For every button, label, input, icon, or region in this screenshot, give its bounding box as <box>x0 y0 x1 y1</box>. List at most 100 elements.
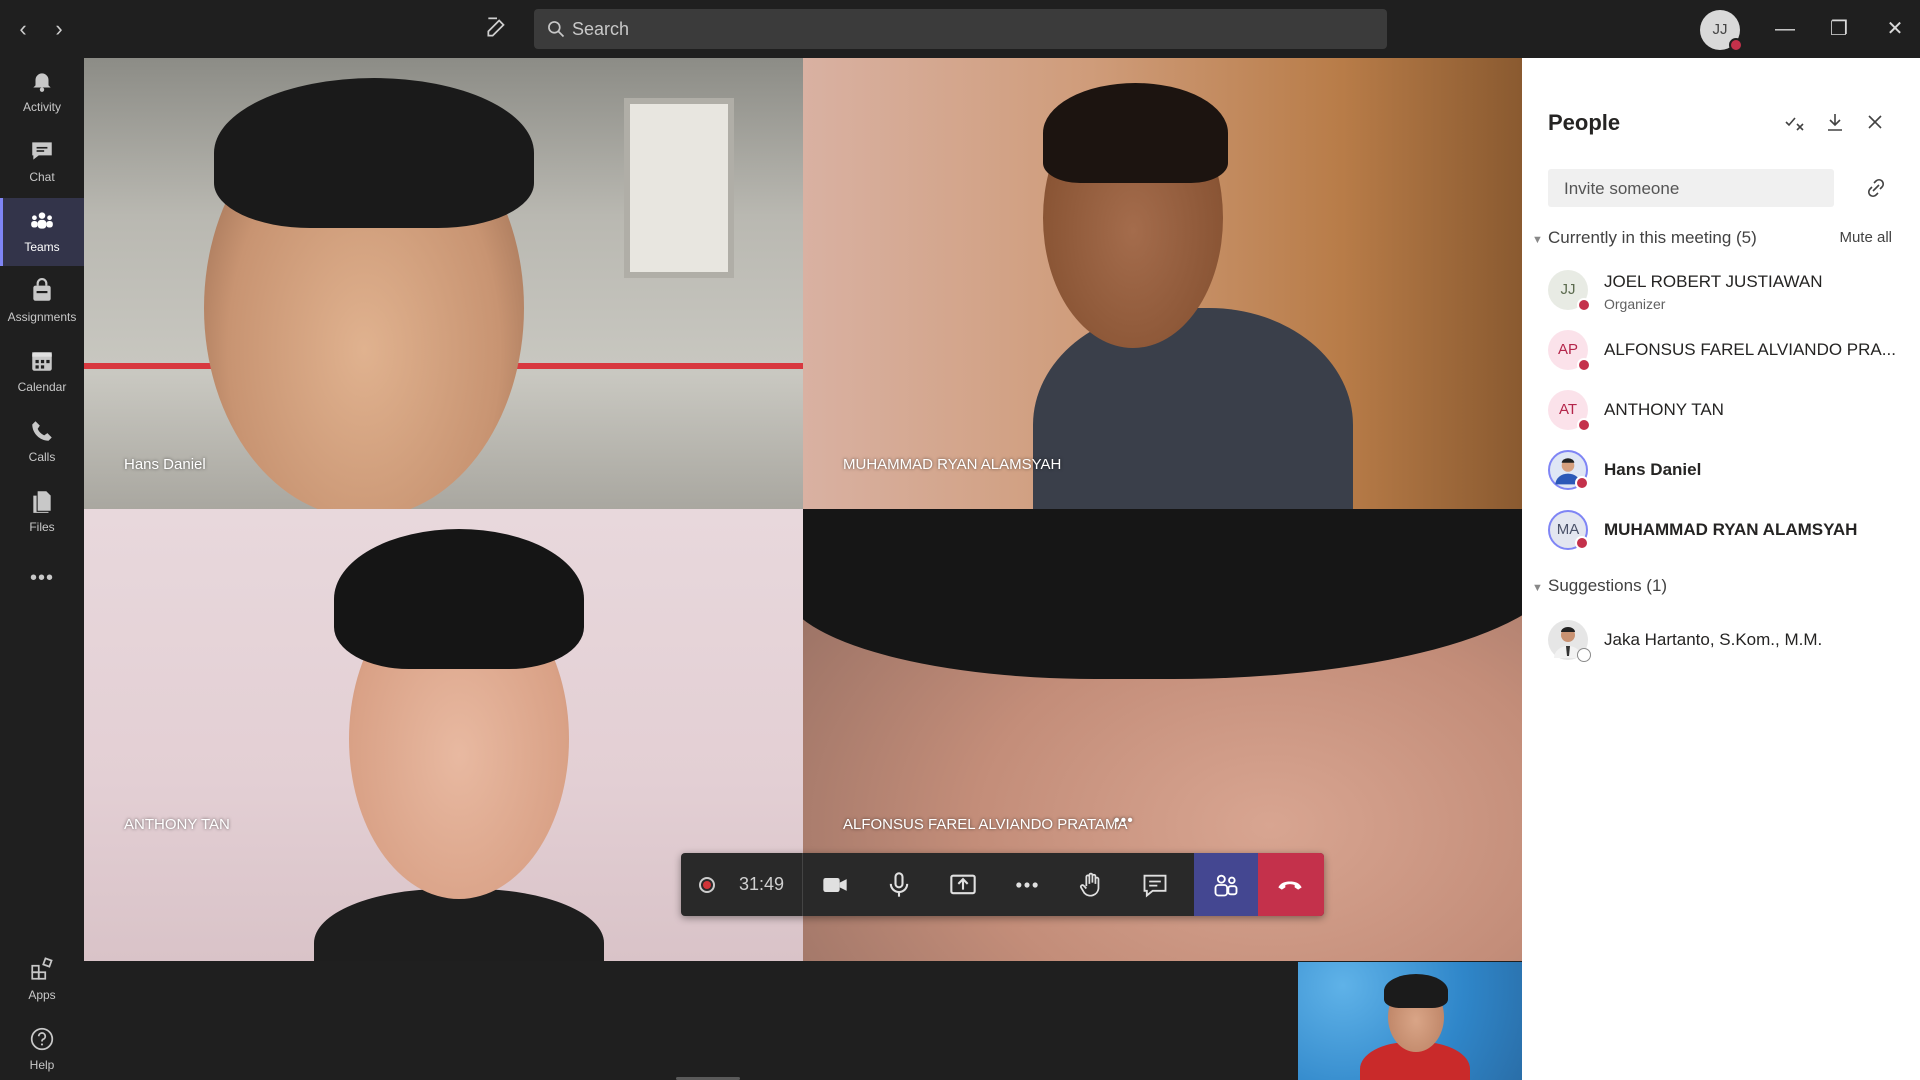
apps-icon <box>31 957 53 980</box>
busy-status-icon <box>1729 38 1743 52</box>
raise-hand-button[interactable] <box>1059 853 1123 916</box>
rail-item-files[interactable]: Files <box>0 478 84 546</box>
show-participants-button[interactable] <box>1194 853 1258 916</box>
close-pane-icon[interactable] <box>1862 110 1888 136</box>
search-box[interactable]: Search <box>534 9 1387 49</box>
rail-item-chat[interactable]: Chat <box>0 128 84 196</box>
rail-item-activity[interactable]: Activity <box>0 58 84 126</box>
teams-icon <box>31 212 53 229</box>
avatar <box>1548 450 1589 490</box>
calendar-icon <box>32 352 52 371</box>
self-view-video[interactable] <box>1298 962 1522 1080</box>
offline-status-icon <box>1577 648 1591 662</box>
tile-name-label: ANTHONY TAN <box>124 816 230 833</box>
invite-someone-input[interactable]: Invite someone <box>1548 169 1834 207</box>
busy-status-icon <box>1575 536 1589 550</box>
window-background <box>624 98 734 278</box>
participant-item[interactable]: MA MUHAMMAD RYAN ALAMSYAH <box>1548 510 1908 560</box>
chat-icon <box>1143 874 1167 898</box>
meeting-controls-bar: 31:49 <box>681 853 1324 916</box>
participants-icon <box>1214 874 1238 897</box>
participant-role: Organizer <box>1604 296 1666 312</box>
chevron-down-icon: ▼ <box>1532 234 1543 246</box>
compose-icon[interactable] <box>484 14 514 44</box>
search-placeholder: Search <box>572 19 630 39</box>
tile-name-label: Hans Daniel <box>124 456 206 473</box>
phone-icon <box>32 421 52 441</box>
user-initials: JJ <box>1712 21 1728 38</box>
participant-item[interactable]: AT ANTHONY TAN <box>1548 390 1908 440</box>
chat-button[interactable] <box>1123 853 1187 916</box>
suggestion-item[interactable]: Jaka Hartanto, S.Kom., M.M. <box>1548 620 1908 670</box>
bell-icon <box>33 73 51 92</box>
people-pane: People Invite someone ▼ Currently in this… <box>1522 58 1920 1080</box>
rail-item-calls[interactable]: Calls <box>0 408 84 476</box>
raise-hand-icon <box>1080 872 1100 897</box>
rail-item-calendar[interactable]: Calendar <box>0 338 84 406</box>
participant-name: MUHAMMAD RYAN ALAMSYAH <box>1604 520 1858 539</box>
busy-status-icon <box>1577 298 1591 312</box>
video-tile-muhammad-ryan-alamsyah[interactable]: MUHAMMAD RYAN ALAMSYAH <box>803 58 1522 509</box>
download-icon[interactable] <box>1822 110 1848 136</box>
more-apps-icon[interactable]: ••• <box>0 558 84 598</box>
minimize-icon[interactable]: — <box>1770 14 1800 44</box>
meeting-timer: 31:49 <box>739 874 785 894</box>
tile-name-label: MUHAMMAD RYAN ALAMSYAH <box>843 456 1062 473</box>
participant-video-hair <box>1043 83 1228 183</box>
busy-status-icon <box>1577 418 1591 432</box>
people-pane-title: People <box>1548 110 1621 135</box>
camera-button[interactable] <box>803 853 867 916</box>
participant-video-hair <box>214 78 534 228</box>
app-rail: Activity Chat Teams Assignments Calendar… <box>0 58 84 1080</box>
avatar: MA <box>1548 510 1589 550</box>
close-window-icon[interactable]: ✕ <box>1880 14 1910 44</box>
participant-item[interactable]: JJ JOEL ROBERT JUSTIAWAN Organizer <box>1548 270 1908 320</box>
rail-item-apps[interactable]: Apps <box>0 946 84 1014</box>
leave-call-button[interactable] <box>1258 853 1324 916</box>
attendance-icon[interactable] <box>1782 110 1808 136</box>
suggestions-section[interactable]: ▼ Suggestions (1) <box>1532 576 1667 596</box>
copy-link-icon[interactable] <box>1864 176 1888 200</box>
help-icon <box>30 1027 54 1051</box>
share-screen-button[interactable] <box>931 853 995 916</box>
rail-item-help[interactable]: Help <box>0 1016 84 1080</box>
video-tile-hans-daniel[interactable]: Hans Daniel <box>84 58 803 509</box>
participant-video-hair <box>803 509 1522 679</box>
search-icon <box>548 21 565 38</box>
participant-item[interactable]: AP ALFONSUS FAREL ALVIANDO PRA... <box>1548 330 1908 380</box>
avatar: JJ <box>1548 270 1591 312</box>
participant-name: Hans Daniel <box>1604 460 1702 479</box>
participant-item[interactable]: Hans Daniel <box>1548 450 1908 500</box>
mute-all-button[interactable]: Mute all <box>1839 229 1892 246</box>
participant-video-body <box>314 889 604 961</box>
back-arrow-icon[interactable]: ‹ <box>8 14 38 44</box>
tile-more-options-icon[interactable]: ••• <box>1114 812 1134 830</box>
invite-placeholder: Invite someone <box>1564 179 1680 198</box>
restore-icon[interactable]: ❐ <box>1824 14 1854 44</box>
rail-item-teams[interactable]: Teams <box>0 198 84 266</box>
bottom-stage-area <box>84 961 1298 1080</box>
teams-meeting-window: ‹ › Search JJ — ❐ ✕ Activity Chat Teams <box>0 0 1920 1080</box>
self-view-hair <box>1384 974 1448 1008</box>
video-camera-icon <box>823 878 847 892</box>
busy-status-icon <box>1577 358 1591 372</box>
avatar: AT <box>1548 390 1591 432</box>
files-icon <box>33 491 51 513</box>
recording-indicator: 31:49 <box>681 853 801 916</box>
assignments-icon <box>33 278 51 301</box>
more-actions-button[interactable] <box>995 853 1059 916</box>
user-avatar[interactable]: JJ <box>1700 10 1743 52</box>
currently-in-meeting-section[interactable]: ▼ Currently in this meeting (5) <box>1532 228 1757 248</box>
share-screen-icon <box>950 874 976 895</box>
participant-video-hair <box>334 529 584 669</box>
busy-status-icon <box>1575 476 1589 490</box>
rail-item-assignments[interactable]: Assignments <box>0 268 84 336</box>
participant-name: ALFONSUS FAREL ALVIANDO PRA... <box>1604 340 1896 359</box>
title-bar: ‹ › Search JJ — ❐ ✕ <box>0 0 1920 58</box>
microphone-button[interactable] <box>867 853 931 916</box>
more-options-icon <box>1016 882 1038 888</box>
forward-arrow-icon[interactable]: › <box>44 14 74 44</box>
avatar: AP <box>1548 330 1591 372</box>
chevron-down-icon: ▼ <box>1532 582 1543 594</box>
suggestion-name: Jaka Hartanto, S.Kom., M.M. <box>1604 630 1823 649</box>
